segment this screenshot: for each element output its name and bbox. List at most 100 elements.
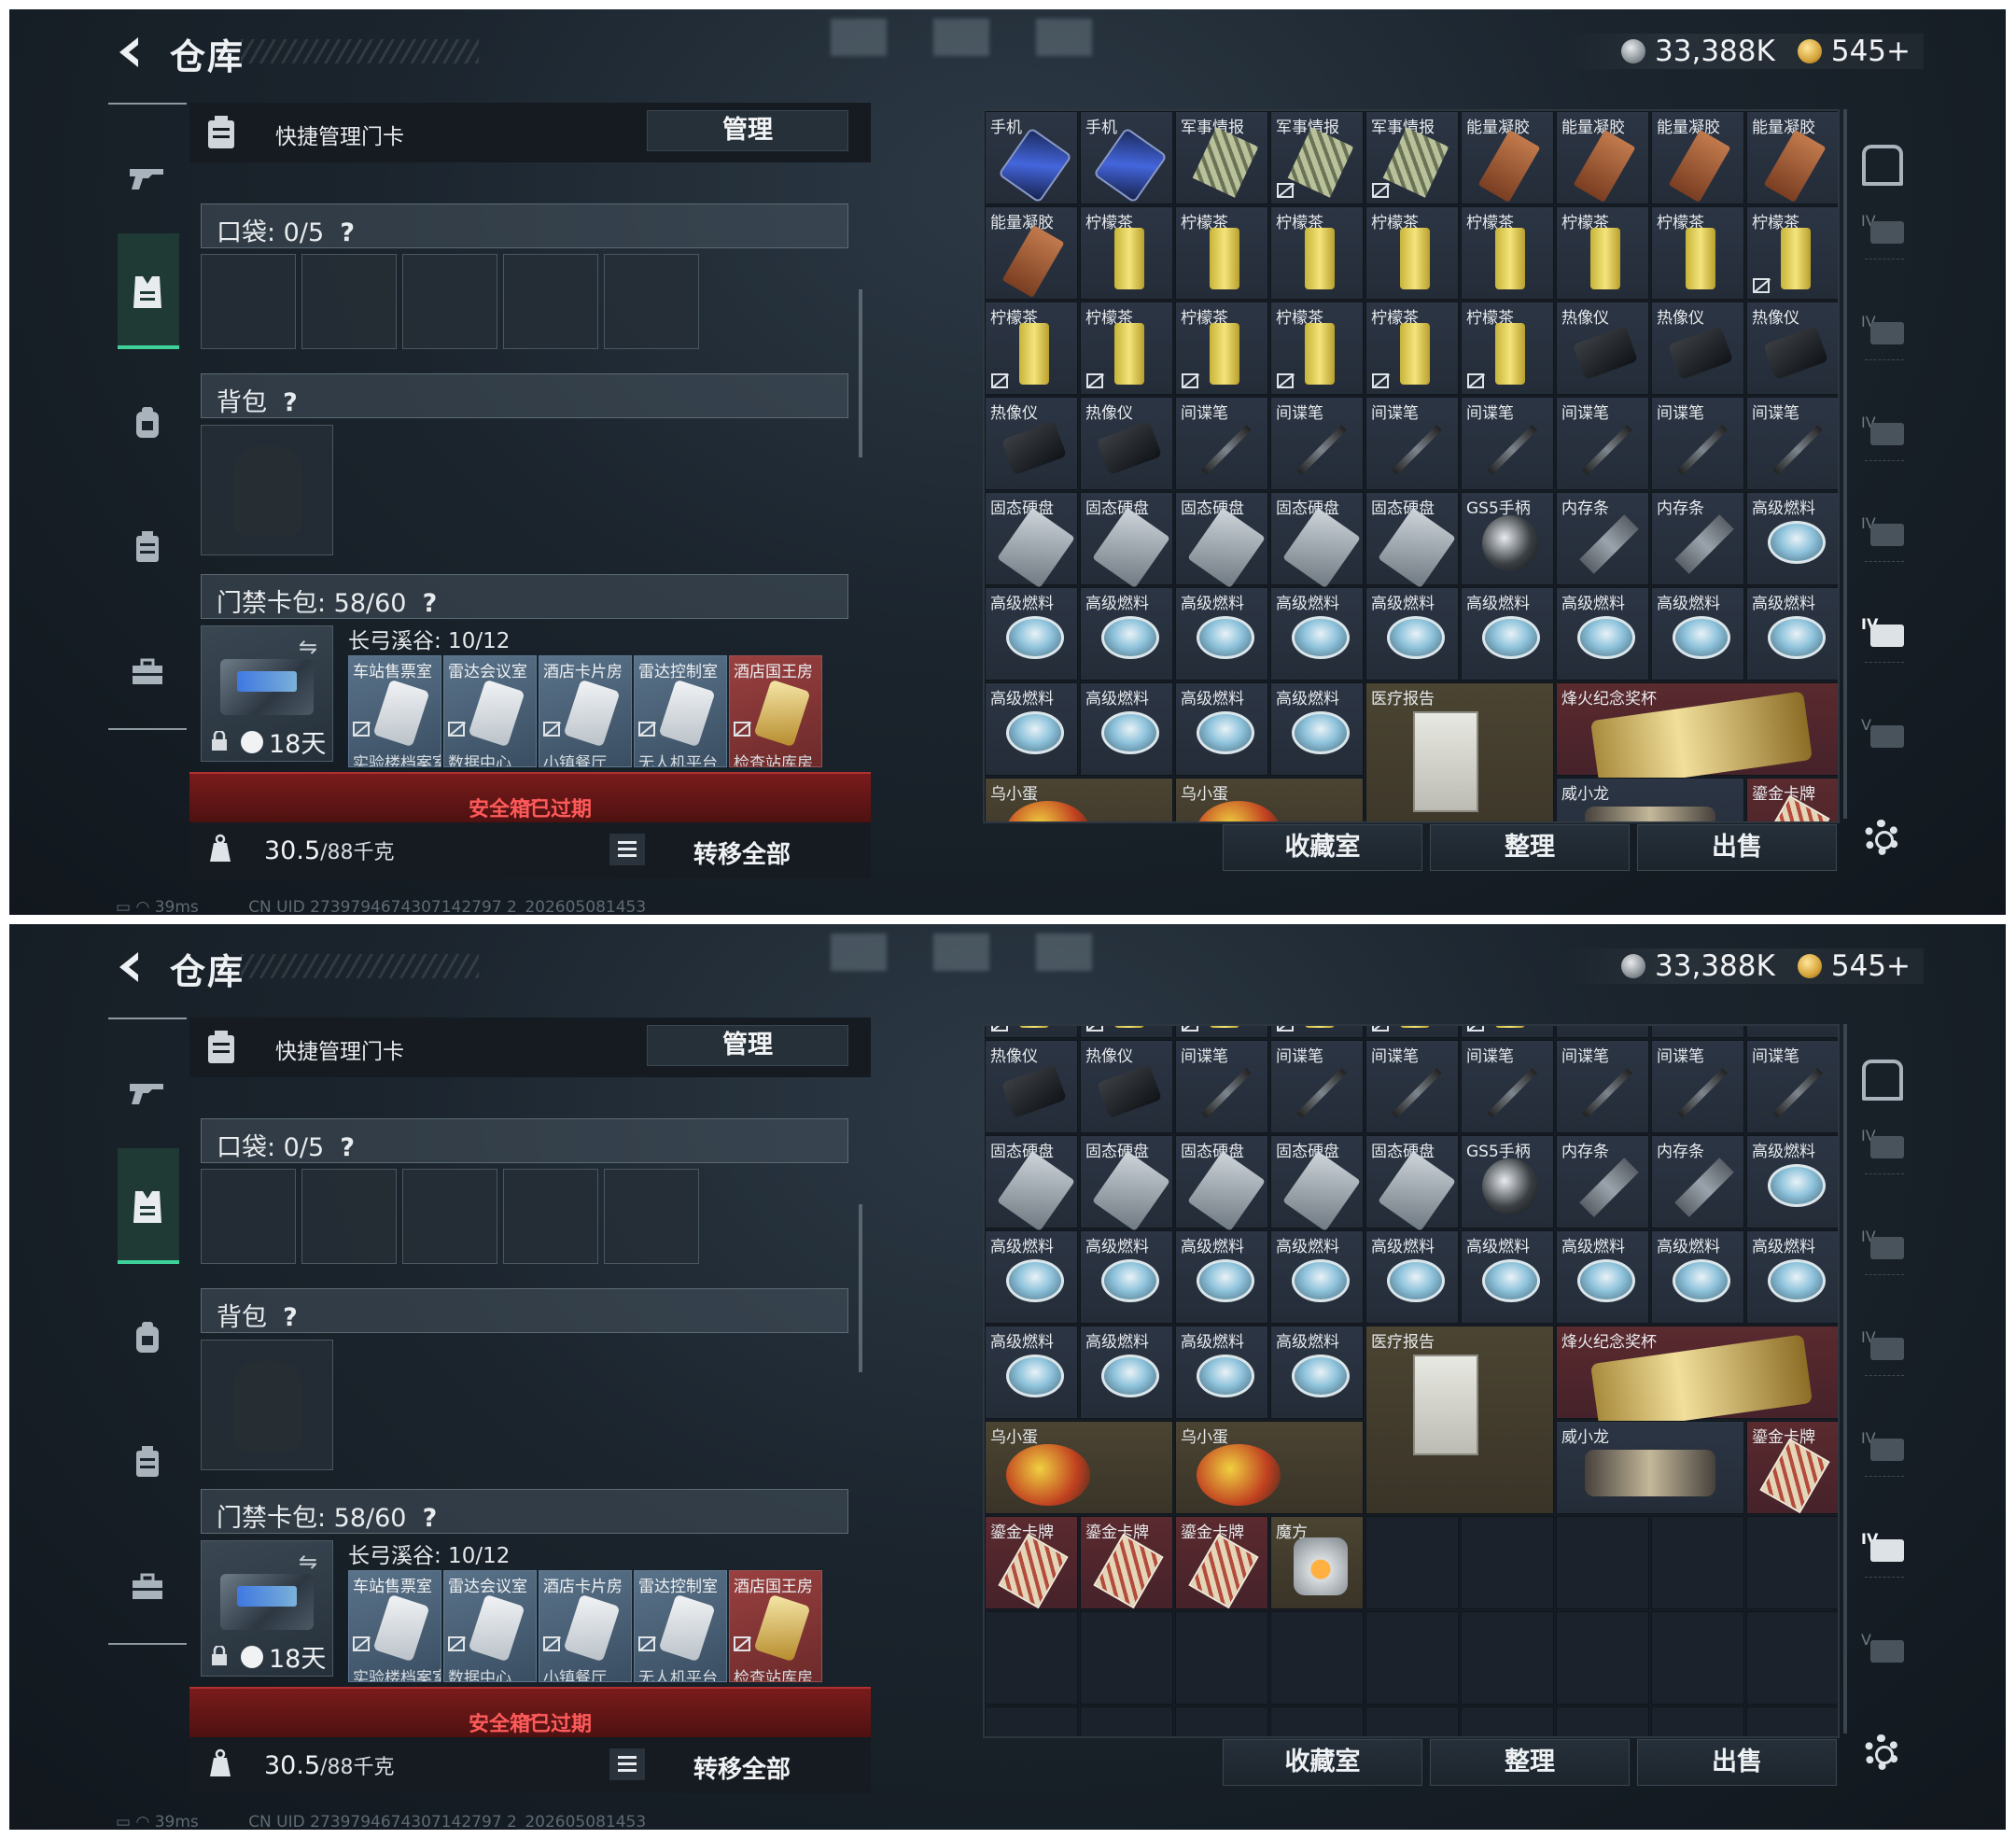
swap-icon[interactable]: ⇋ [299, 1549, 317, 1575]
pocket-slot[interactable] [301, 1169, 397, 1264]
stash-item[interactable]: 高级燃料 [1746, 587, 1838, 681]
stash-item[interactable]: 热像仪 [1746, 302, 1838, 395]
empty-stash-slot[interactable] [985, 1706, 1078, 1736]
stash-item[interactable]: 高级燃料 [1270, 682, 1364, 776]
stash-item[interactable]: 固态硬盘 [985, 492, 1078, 589]
empty-stash-slot[interactable] [1270, 1706, 1364, 1736]
empty-stash-slot[interactable] [1365, 1706, 1459, 1736]
stash-item[interactable]: 热像仪 [1651, 302, 1744, 395]
stash-item[interactable]: 高级燃料 [1080, 1230, 1173, 1325]
stash-item[interactable]: 柠檬茶 [1270, 206, 1364, 300]
empty-stash-slot[interactable] [1080, 1706, 1173, 1736]
tier-filter[interactable]: IV [1861, 1328, 1908, 1369]
stash-item[interactable]: 军事情报 [1365, 111, 1459, 204]
tier-filter[interactable]: IV [1861, 212, 1908, 253]
transfer-all-button[interactable]: 转移全部 [693, 835, 791, 870]
stash-item[interactable]: 乌小蛋 [985, 778, 1173, 821]
keycard-item[interactable]: 雷达会议室 数据中心 [443, 655, 537, 767]
tier-filter[interactable]: IV [1861, 514, 1908, 555]
pocket-help-icon[interactable]: ? [340, 1133, 355, 1162]
pocket-slot[interactable] [402, 254, 497, 349]
empty-stash-slot[interactable] [1175, 1611, 1268, 1706]
safe-icon[interactable] [1862, 1060, 1903, 1101]
tier-filter[interactable]: IV [1861, 1228, 1908, 1269]
stash-item[interactable]: 高级燃料 [985, 1326, 1078, 1420]
rail-armor-tab[interactable] [121, 266, 174, 318]
collection-room-button[interactable]: 收藏室 [1223, 1739, 1422, 1786]
gold-amount[interactable]: 545+ [1831, 35, 1911, 68]
stash-item[interactable]: 烽火纪念奖杯 [1556, 682, 1838, 790]
rail-backpack-tab[interactable] [121, 1312, 174, 1364]
empty-stash-slot[interactable] [1746, 1611, 1838, 1706]
stash-item[interactable]: 高级燃料 [1080, 682, 1173, 776]
rail-toolbox-tab[interactable] [121, 1561, 174, 1613]
stash-item[interactable]: 间谍笔 [1175, 1040, 1268, 1134]
rail-case-tab[interactable] [121, 1436, 174, 1488]
back-arrow-icon[interactable] [110, 947, 151, 988]
stash-item[interactable]: 间谍笔 [1461, 397, 1554, 490]
tier-filter[interactable]: IV [1861, 615, 1908, 656]
stash-item[interactable]: 能量凝胶 [1461, 111, 1554, 204]
stash-item[interactable]: 高级燃料 [1365, 587, 1459, 681]
pocket-slot[interactable] [201, 254, 296, 349]
stash-item[interactable]: 鎏金卡牌 [1746, 778, 1838, 821]
tier-filter[interactable]: V [1861, 716, 1908, 757]
stash-item[interactable]: 柠檬茶 [1746, 206, 1838, 300]
stash-item[interactable]: 柠檬茶 [1175, 302, 1268, 395]
stash-item[interactable]: 柠檬茶 [1461, 206, 1554, 300]
stash-item[interactable]: 高级燃料 [1175, 682, 1268, 776]
empty-stash-slot[interactable] [1365, 1611, 1459, 1706]
stash-item[interactable]: 乌小蛋 [1175, 1421, 1364, 1515]
backpack-slot[interactable] [201, 1340, 333, 1470]
list-view-icon[interactable] [609, 1748, 645, 1780]
keycard-case-slot[interactable]: ⇋ 18天 [201, 625, 333, 762]
pocket-slot[interactable] [402, 1169, 497, 1264]
stash-item[interactable]: 高级燃料 [1080, 587, 1173, 681]
stash-item[interactable]: 间谍笔 [1365, 397, 1459, 490]
rail-case-tab[interactable] [121, 521, 174, 573]
stash-item[interactable]: 间谍笔 [1556, 1040, 1649, 1134]
keycard-item[interactable]: 酒店国王房 检查站库房 [729, 655, 822, 767]
stash-item[interactable]: 内存条 [1651, 1135, 1744, 1229]
stash-item[interactable]: 柠檬茶 [1556, 206, 1649, 300]
empty-stash-slot[interactable] [1651, 1611, 1744, 1706]
stash-item[interactable]: 热像仪 [1080, 1040, 1173, 1134]
stash-item[interactable]: 高级燃料 [1746, 492, 1838, 585]
empty-stash-slot[interactable] [1365, 1516, 1459, 1610]
stash-item[interactable]: 热像仪 [1080, 397, 1173, 490]
panel-scrollbar[interactable] [859, 289, 862, 457]
stash-item[interactable]: 高级燃料 [1461, 1230, 1554, 1325]
stash-item[interactable]: 威小龙 [1556, 1421, 1744, 1515]
stash-item[interactable]: 固态硬盘 [1365, 1135, 1459, 1232]
stash-item[interactable]: 间谍笔 [1651, 1040, 1744, 1134]
stash-item[interactable]: 手机 [1080, 111, 1173, 204]
stash-item[interactable]: 固态硬盘 [1080, 1135, 1173, 1232]
stash-item[interactable]: 魔方 [1270, 1516, 1364, 1610]
stash-item[interactable]: 间谍笔 [1270, 1040, 1364, 1134]
stash-item[interactable]: 间谍笔 [1175, 397, 1268, 490]
stash-item[interactable]: 高级燃料 [1651, 1230, 1744, 1325]
stash-item[interactable]: 内存条 [1556, 1135, 1649, 1229]
stash-item[interactable]: GS5手柄 [1461, 492, 1554, 585]
stash-item[interactable]: 医疗报告 [1365, 1326, 1554, 1515]
stash-item[interactable]: 能量凝胶 [1746, 111, 1838, 204]
empty-stash-slot[interactable] [1651, 1706, 1744, 1736]
tier-filter[interactable]: IV [1861, 313, 1908, 354]
stash-item[interactable]: 固态硬盘 [1270, 492, 1364, 589]
keycard-case-slot[interactable]: ⇋ 18天 [201, 1540, 333, 1677]
stash-item[interactable]: 手机 [985, 111, 1078, 204]
stash-item[interactable]: 高级燃料 [1270, 587, 1364, 681]
stash-item[interactable]: 高级燃料 [1175, 1230, 1268, 1325]
stash-scrollbar[interactable] [1843, 1024, 1847, 1734]
rail-toolbox-tab[interactable] [121, 646, 174, 698]
keycard-item[interactable]: 车站售票室 实验楼档案室 [348, 655, 441, 767]
stash-item[interactable]: 高级燃料 [1556, 1230, 1649, 1325]
keycard-item[interactable]: 雷达控制室 无人机平台 [634, 655, 727, 767]
empty-stash-slot[interactable] [1175, 1706, 1268, 1736]
stash-item[interactable]: 柠檬茶 [985, 302, 1078, 395]
stash-item[interactable]: 高级燃料 [1175, 587, 1268, 681]
stash-item[interactable]: 柠檬茶 [1461, 1026, 1554, 1039]
stash-item[interactable]: 热像仪 [1746, 1026, 1838, 1039]
manage-button[interactable]: 管理 [647, 1025, 848, 1066]
gear-icon[interactable] [1864, 1734, 1899, 1770]
